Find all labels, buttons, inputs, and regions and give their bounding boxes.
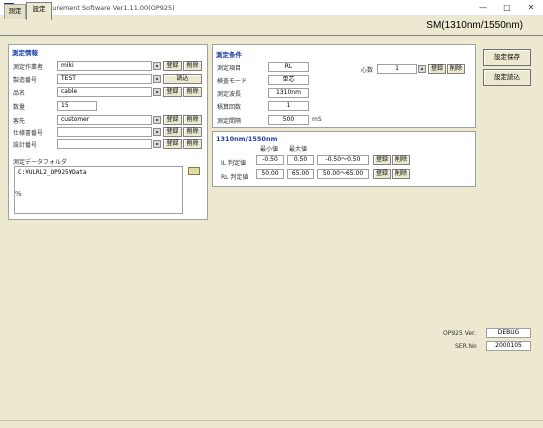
product-label: 品名	[13, 90, 26, 97]
customer-field[interactable]: customer	[57, 115, 152, 125]
core-count-field[interactable]: 1	[377, 64, 417, 74]
integration-count-field[interactable]: 1	[268, 101, 309, 111]
min-value-header: 最小値	[260, 146, 279, 153]
design-number-label: 設計番号	[13, 142, 38, 149]
status-bar	[0, 420, 543, 428]
op-version-label: OP925 Ver.	[443, 330, 476, 337]
core-delete-button[interactable]: 削除	[447, 64, 465, 74]
customer-dropdown[interactable]	[153, 116, 161, 124]
tab-measure[interactable]: 測定	[4, 4, 26, 19]
tab-divider	[0, 35, 543, 36]
folder-browse-icon[interactable]	[188, 167, 200, 175]
serial-number-label: SER.No	[455, 343, 477, 350]
rl-delete-button[interactable]: 削除	[392, 169, 410, 179]
product-delete-button[interactable]: 削除	[183, 87, 202, 97]
inspection-mode-field[interactable]: 単芯	[268, 75, 309, 85]
design-number-field[interactable]	[57, 139, 152, 149]
inspection-mode-label: 検査モード	[217, 78, 248, 85]
interval-unit: mS	[312, 116, 322, 123]
wavelength-label: 測定波長	[217, 91, 242, 98]
core-register-button[interactable]: 登録	[428, 64, 446, 74]
spec-register-button[interactable]: 登録	[163, 127, 182, 137]
spec-number-field[interactable]	[57, 127, 152, 137]
customer-delete-button[interactable]: 削除	[183, 115, 202, 125]
maximize-button[interactable]: □	[500, 2, 514, 14]
spec-number-label: 仕様書番号	[13, 130, 44, 137]
operator-dropdown[interactable]	[153, 62, 161, 70]
operator-register-button[interactable]: 登録	[163, 61, 182, 71]
op-version-field: DEBUG	[486, 328, 531, 338]
core-count-dropdown[interactable]	[418, 65, 426, 73]
rl-range-display: 50.00～65.00	[317, 169, 369, 179]
max-value-header: 最大値	[289, 146, 308, 153]
customer-label: 客先	[13, 118, 26, 125]
il-max-field[interactable]: 0.50	[287, 155, 314, 165]
operator-label: 測定作業者	[13, 64, 44, 71]
core-count-label: 心数	[361, 67, 374, 74]
serial-number-field: 2000105	[486, 341, 531, 351]
wavelength-field[interactable]: 1310nm	[268, 88, 309, 98]
operator-delete-button[interactable]: 削除	[183, 61, 202, 71]
measure-item-label: 測定項目	[217, 65, 242, 72]
rl-judgement-label: RL 判定値	[221, 174, 249, 181]
tab-settings[interactable]: 設定	[26, 2, 52, 20]
data-folder-path[interactable]: C:¥ULRL2_OP925¥Data	[14, 166, 183, 214]
minimize-button[interactable]: —	[476, 2, 490, 14]
load-settings-button[interactable]: 設定読込	[483, 69, 531, 86]
product-register-button[interactable]: 登録	[163, 87, 182, 97]
serial-field[interactable]: TEST	[57, 74, 152, 84]
data-folder-scroll-marker: %	[15, 190, 22, 198]
close-button[interactable]: ✕	[524, 2, 538, 14]
rl-min-field[interactable]: 50.00	[256, 169, 284, 179]
spec-delete-button[interactable]: 削除	[183, 127, 202, 137]
interval-field[interactable]: 500	[268, 115, 309, 125]
rl-register-button[interactable]: 登録	[373, 169, 391, 179]
measurement-info-title: 測定情報	[12, 49, 38, 57]
serial-dropdown[interactable]	[153, 75, 161, 83]
design-delete-button[interactable]: 削除	[183, 139, 202, 149]
product-field[interactable]: cable	[57, 87, 152, 97]
design-number-dropdown[interactable]	[153, 140, 161, 148]
integration-count-label: 積算回数	[217, 104, 242, 111]
design-register-button[interactable]: 登録	[163, 139, 182, 149]
quantity-label: 数量	[13, 104, 26, 111]
data-folder-label: 測定データフォルダ	[13, 159, 68, 166]
interval-label: 測定間隔	[217, 118, 242, 125]
measurement-conditions-title: 測定条件	[216, 51, 242, 59]
rl-max-field[interactable]: 65.00	[287, 169, 314, 179]
il-register-button[interactable]: 登録	[373, 155, 391, 165]
measurement-conditions-panel	[212, 44, 476, 128]
product-dropdown[interactable]	[153, 88, 161, 96]
il-judgement-label: IL 判定値	[221, 160, 247, 167]
il-range-display: -0.50～0.50	[317, 155, 369, 165]
save-settings-button[interactable]: 設定保存	[483, 49, 531, 66]
il-min-field[interactable]: -0.50	[256, 155, 284, 165]
measure-item-field[interactable]: RL	[268, 62, 309, 72]
serial-load-button[interactable]: 読込	[163, 74, 202, 84]
mode-label: SM(1310nm/1550nm)	[426, 20, 523, 31]
judgement-title: 1310nm/1550nm	[216, 135, 278, 143]
customer-register-button[interactable]: 登録	[163, 115, 182, 125]
quantity-field[interactable]: 15	[57, 101, 97, 111]
data-folder-path-text: C:¥ULRL2_OP925¥Data	[18, 169, 87, 176]
spec-number-dropdown[interactable]	[153, 128, 161, 136]
serial-label: 製造番号	[13, 77, 38, 84]
operator-field[interactable]: miki	[57, 61, 152, 71]
il-delete-button[interactable]: 削除	[392, 155, 410, 165]
